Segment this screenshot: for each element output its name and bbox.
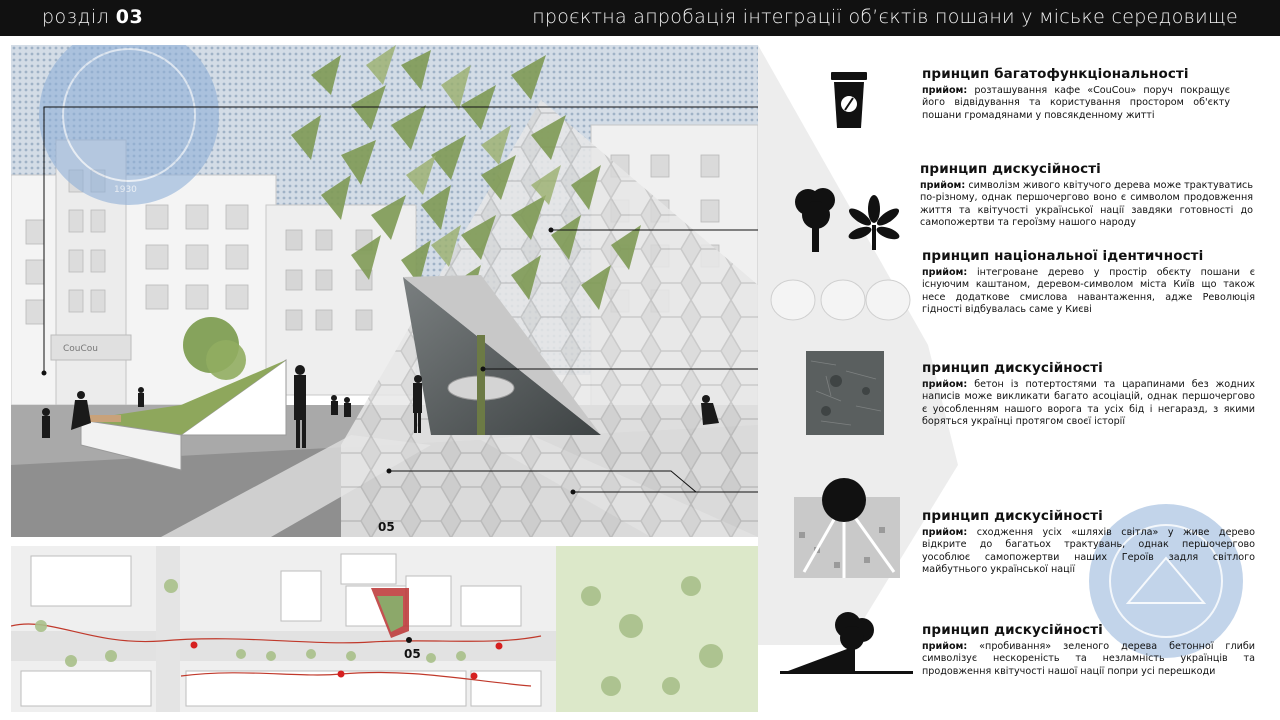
tree-trunk — [477, 335, 485, 435]
principle-discussion-tree: принцип дискусійності прийом: символізм … — [920, 161, 1253, 230]
principle-text: прийом: бетон із потертостями та царапин… — [922, 379, 1255, 428]
principle-discussion-breakthrough: принцип дискусійності прийом: «пробиванн… — [922, 622, 1255, 678]
principle-title: принцип дискусійності — [922, 360, 1103, 376]
page-title: проєктна апробація інтеграції об’єктів п… — [532, 6, 1238, 28]
tree-icon — [795, 188, 835, 252]
principle-title: принцип дискусійності — [922, 622, 1103, 638]
coffee-cup-icon — [831, 72, 867, 128]
principle-multifunctionality: принцип багатофункціональності прийом: р… — [922, 66, 1230, 122]
light-paths-tree-plan — [794, 478, 900, 578]
principle-discussion-light-paths: принцип дискусійності прийом: сходження … — [922, 508, 1255, 577]
principle-text: прийом: «пробивання» зеленого дерева бет… — [922, 641, 1255, 677]
principle-title: принцип багатофункціональності — [922, 66, 1189, 82]
principle-national-identity: принцип національної ідентичності прийом… — [922, 248, 1255, 317]
section-label: розділ 03 — [42, 6, 144, 28]
chestnut-leaf-icon — [848, 195, 900, 250]
site-plan — [11, 546, 758, 712]
park-area — [556, 546, 758, 712]
view-tag: 05 — [378, 520, 395, 534]
principle-text: прийом: сходження усіх «шляхів світла» у… — [922, 527, 1255, 576]
seal-year: 1930 — [114, 185, 137, 195]
principle-text: прийом: розташування кафе «CouCou» поруч… — [922, 85, 1230, 121]
principle-title: принцип дискусійності — [920, 161, 1101, 177]
memorial-render: CouCou 1930 — [11, 45, 758, 537]
concrete-texture — [806, 351, 884, 435]
plan-view-tag: 05 — [404, 647, 421, 661]
principle-title: принцип дискусійності — [922, 508, 1103, 524]
principle-text: прийом: символізм живого квітучого дерев… — [920, 180, 1253, 229]
principle-title: принцип національної ідентичності — [922, 248, 1204, 264]
principle-text: прийом: інтегроване дерево у простір обє… — [922, 267, 1255, 316]
cafe-sign: CouCou — [63, 344, 98, 354]
principle-discussion-concrete: принцип дискусійності прийом: бетон із п… — [922, 360, 1255, 429]
header-bar: розділ 03 проєктна апробація інтеграції … — [0, 0, 1280, 36]
section-number: 03 — [115, 6, 144, 28]
tree-through-slab-icon — [780, 612, 913, 674]
